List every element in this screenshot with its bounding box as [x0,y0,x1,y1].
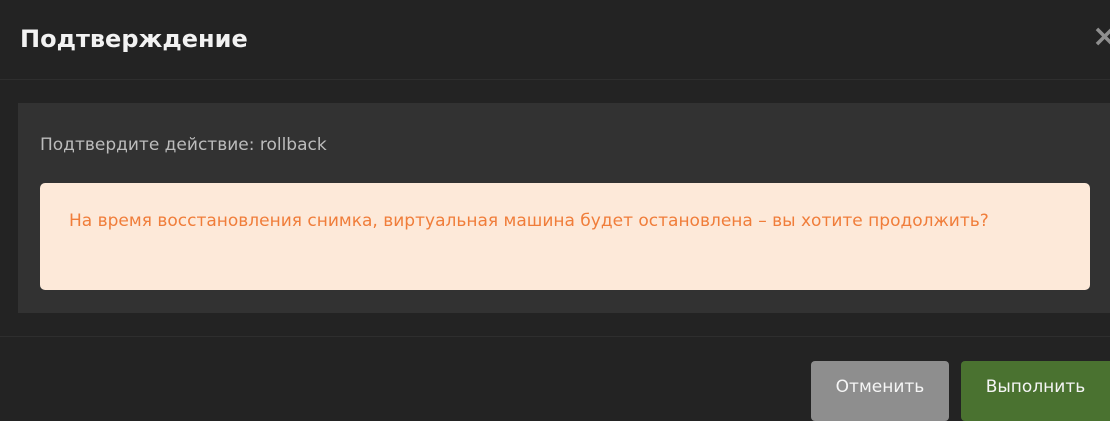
warning-alert: На время восстановления снимка, виртуаль… [40,183,1090,290]
dialog-header: Подтверждение × [0,0,1110,80]
warning-text: На время восстановления снимка, виртуаль… [69,211,989,231]
dialog-title: Подтверждение [20,25,248,53]
cancel-button[interactable]: Отменить [811,361,949,421]
close-icon[interactable]: × [1092,20,1110,54]
execute-button[interactable]: Выполнить [961,361,1110,421]
dialog-footer: Отменить Выполнить [0,336,1110,421]
confirmation-dialog: Подтверждение × Подтвердите действие: ro… [0,0,1110,421]
confirm-action-text: Подтвердите действие: rollback [40,135,327,155]
dialog-body: Подтвердите действие: rollback На время … [18,103,1110,313]
